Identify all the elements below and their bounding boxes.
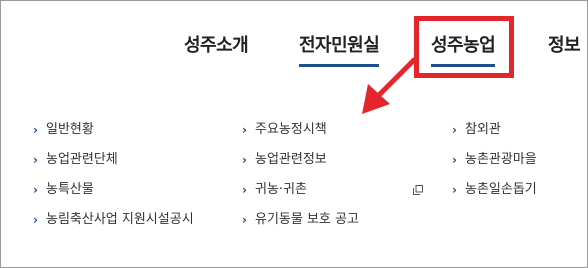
submenu-column-3: › 참외관 › 농촌관광마을 › 농촌일손돕기 [452,119,537,209]
submenu-item-label: 주요농정시책 [255,122,327,137]
mega-menu-panel: 성주소개 전자민원실 성주농업 정보 › 일반현황 › 농업관련단체 › 농특산… [0,0,588,268]
submenu-item-label: 농촌관광마을 [465,152,537,167]
submenu-column-1: › 일반현황 › 농업관련단체 › 농특산물 › 농림축산사업 지원시설공시 [33,119,194,239]
submenu-item-general-status[interactable]: › 일반현황 [33,119,194,149]
submenu-column-2: › 주요농정시책 › 농업관련정보 › 귀농·귀촌 › 유기동물 보호 공고 [242,119,423,239]
nav-item-about[interactable]: 성주소개 [184,31,249,57]
nav-item-civil-service[interactable]: 전자민원실 [299,31,380,67]
submenu-item-farm-help[interactable]: › 농촌일손돕기 [452,179,537,209]
new-window-icon[interactable] [413,185,423,195]
chevron-right-icon: › [242,183,247,197]
submenu-item-label: 농촌일손돕기 [465,182,537,197]
chevron-right-icon: › [33,153,38,167]
annotation-arrow-icon [362,57,417,114]
submenu-item-special-products[interactable]: › 농특산물 [33,179,194,209]
submenu-item-label: 유기동물 보호 공고 [255,212,359,227]
chevron-right-icon: › [242,123,247,137]
submenu-item-agri-info[interactable]: › 농업관련정보 [242,149,359,179]
submenu-item-label: 참외관 [465,122,501,137]
chevron-right-icon: › [33,123,38,137]
submenu-item-label: 귀농·귀촌 [255,182,307,197]
submenu-item-label: 농업관련단체 [46,152,118,167]
chevron-right-icon: › [452,153,457,167]
nav-item-info[interactable]: 정보 [548,31,581,57]
submenu-item-label: 일반현황 [46,122,94,137]
submenu-item-facility-disclosure[interactable]: › 농림축산사업 지원시설공시 [33,209,194,239]
highlight-box [414,16,514,78]
submenu-item-animal-notice[interactable]: › 유기동물 보호 공고 [242,209,359,239]
chevron-right-icon: › [33,183,38,197]
submenu-item-return-farming[interactable]: › 귀농·귀촌 [242,179,423,209]
submenu-item-rural-tourism[interactable]: › 농촌관광마을 [452,149,537,179]
chevron-right-icon: › [33,213,38,227]
submenu-item-label: 농림축산사업 지원시설공시 [46,212,194,227]
submenu-item-label: 농특산물 [46,182,94,197]
submenu-item-major-policies[interactable]: › 주요농정시책 [242,119,359,149]
submenu-item-label: 농업관련정보 [255,152,327,167]
chevron-right-icon: › [242,153,247,167]
chevron-right-icon: › [242,213,247,227]
submenu-item-melon-hall[interactable]: › 참외관 [452,119,537,149]
submenu-item-agri-organizations[interactable]: › 농업관련단체 [33,149,194,179]
chevron-right-icon: › [452,183,457,197]
chevron-right-icon: › [452,123,457,137]
